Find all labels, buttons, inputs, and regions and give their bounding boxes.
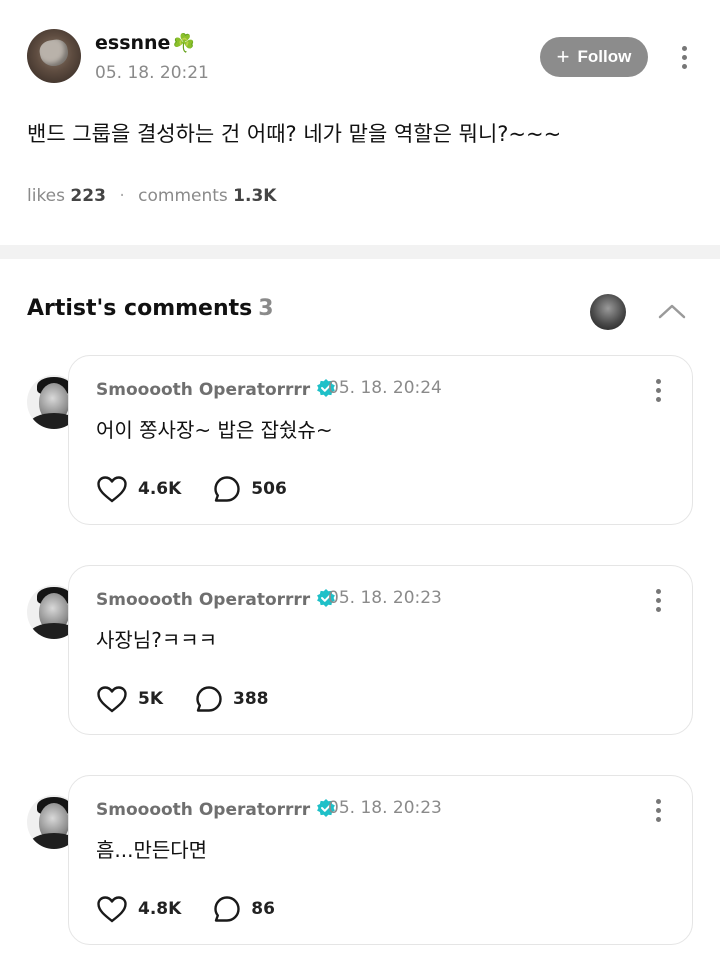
- section-divider: [0, 245, 720, 259]
- reply-button[interactable]: 86: [213, 895, 275, 923]
- heart-locket-image: [37, 37, 71, 69]
- comment-bubble-icon: [214, 896, 240, 922]
- heart-icon: [97, 476, 127, 503]
- artist-comments-count: 3: [258, 296, 274, 321]
- reply-button[interactable]: 506: [213, 475, 287, 503]
- like-button[interactable]: 4.8K: [96, 895, 181, 923]
- follow-button[interactable]: + Follow: [540, 37, 648, 77]
- comments-count[interactable]: 1.3K: [233, 186, 276, 206]
- heart-icon: [97, 896, 127, 923]
- reply-count: 86: [251, 899, 275, 919]
- comment-text: 흠...만든다면: [96, 838, 208, 862]
- artist-comments-label: Artist's comments: [27, 296, 253, 321]
- comment-actions: 5K 388: [96, 684, 301, 714]
- reply-count: 388: [233, 689, 269, 709]
- comment-card: Smooooth Operatorrrr 05. 18. 20:23 사장님?ㅋ…: [68, 565, 693, 735]
- commenter-name[interactable]: Smooooth Operatorrrr: [96, 378, 336, 400]
- comment-card: Smooooth Operatorrrr 05. 18. 20:24 어이 쫑사…: [68, 355, 693, 525]
- comment-card: Smooooth Operatorrrr 05. 18. 20:23 흠...만…: [68, 775, 693, 945]
- author-name[interactable]: essnne ☘️: [95, 32, 195, 54]
- artist-comments-title: Artist's comments 3: [27, 296, 274, 321]
- post-timestamp: 05. 18. 20:21: [95, 63, 209, 83]
- comment-timestamp: 05. 18. 20:24: [328, 378, 442, 398]
- commenter-name-text: Smooooth Operatorrrr: [96, 590, 311, 610]
- like-count: 4.6K: [138, 479, 182, 499]
- like-button[interactable]: 5K: [96, 685, 163, 713]
- comment-actions: 4.6K 506: [96, 474, 319, 504]
- more-vertical-icon[interactable]: [650, 376, 666, 404]
- post-stats: likes 223 · comments 1.3K: [27, 186, 276, 206]
- artist-avatar[interactable]: [590, 294, 626, 330]
- clover-emoji: ☘️: [172, 33, 195, 54]
- post-body: 밴드 그룹을 결성하는 건 어때? 네가 맡을 역할은 뭐니?~~~: [27, 122, 562, 146]
- post-more-icon[interactable]: [674, 41, 694, 73]
- likes-label: likes: [27, 186, 66, 206]
- artist-comment: Smooooth Operatorrrr 05. 18. 20:23 사장님?ㅋ…: [27, 565, 693, 735]
- post-header: essnne ☘️ 05. 18. 20:21 + Follow: [27, 29, 693, 85]
- comment-timestamp: 05. 18. 20:23: [328, 588, 442, 608]
- reply-count: 506: [251, 479, 287, 499]
- more-vertical-icon[interactable]: [650, 586, 666, 614]
- comment-actions: 4.8K 86: [96, 894, 307, 924]
- author-name-text: essnne: [95, 32, 171, 54]
- commenter-name[interactable]: Smooooth Operatorrrr: [96, 798, 336, 820]
- commenter-name-text: Smooooth Operatorrrr: [96, 380, 311, 400]
- comment-timestamp: 05. 18. 20:23: [328, 798, 442, 818]
- like-button[interactable]: 4.6K: [96, 475, 181, 503]
- chevron-up-icon[interactable]: [656, 298, 688, 324]
- comment-text: 어이 쫑사장~ 밥은 잡쉈슈~: [96, 418, 333, 442]
- heart-icon: [97, 686, 127, 713]
- stats-separator: ·: [119, 186, 125, 206]
- likes-count: 223: [70, 186, 106, 206]
- artist-comment: Smooooth Operatorrrr 05. 18. 20:23 흠...만…: [27, 775, 693, 945]
- artist-comment: Smooooth Operatorrrr 05. 18. 20:24 어이 쫑사…: [27, 355, 693, 525]
- commenter-name-text: Smooooth Operatorrrr: [96, 800, 311, 820]
- like-count: 4.8K: [138, 899, 182, 919]
- comments-label[interactable]: comments: [138, 186, 228, 206]
- comment-bubble-icon: [214, 476, 240, 502]
- comment-bubble-icon: [196, 686, 222, 712]
- author-avatar[interactable]: [27, 29, 81, 83]
- like-count: 5K: [138, 689, 164, 709]
- reply-button[interactable]: 388: [195, 685, 269, 713]
- comment-text: 사장님?ㅋㅋㅋ: [96, 628, 218, 652]
- plus-icon: +: [556, 44, 570, 69]
- more-vertical-icon[interactable]: [650, 796, 666, 824]
- commenter-name[interactable]: Smooooth Operatorrrr: [96, 588, 336, 610]
- follow-label: Follow: [577, 47, 632, 66]
